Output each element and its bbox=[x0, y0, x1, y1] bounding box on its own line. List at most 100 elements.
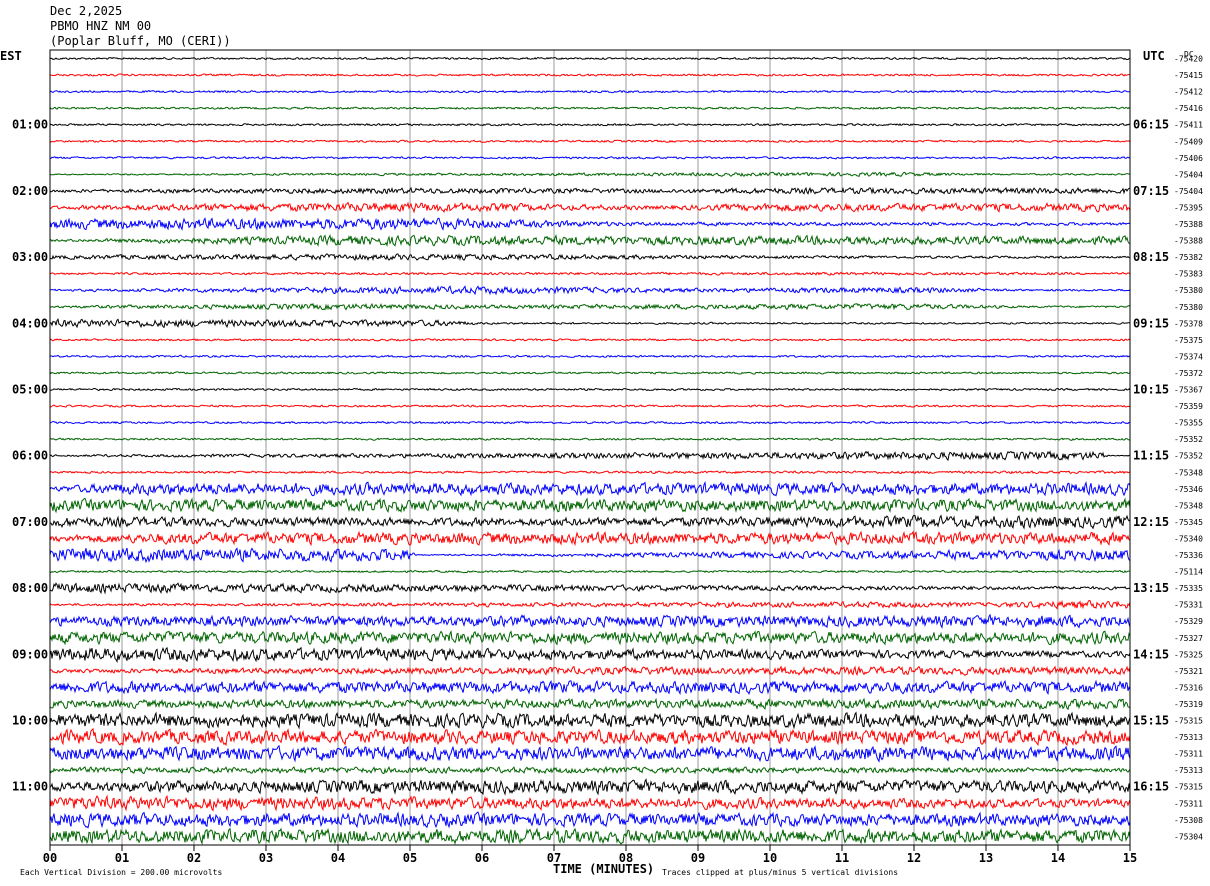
axis-labels: 00 01 02 03 04 05 06 07 08 09 10 11 12 13 14 1501:00 06:… bbox=[12, 55, 1203, 866]
dc-offset-label: -75331 bbox=[1174, 601, 1203, 610]
dc-offset-label: -75311 bbox=[1174, 750, 1203, 759]
x-tick-label: 14 bbox=[1051, 851, 1065, 865]
utc-hour-label: 07:15 bbox=[1133, 184, 1169, 198]
x-tick-label: 10 bbox=[763, 851, 777, 865]
dc-offset-label: -75409 bbox=[1174, 137, 1203, 146]
x-tick-label: 12 bbox=[907, 851, 921, 865]
dc-offset-label: -75378 bbox=[1174, 319, 1203, 328]
seismic-trace bbox=[49, 450, 1130, 461]
utc-hour-label: 15:15 bbox=[1133, 714, 1169, 728]
seismic-trace bbox=[49, 711, 1131, 730]
trace-group bbox=[49, 56, 1131, 846]
x-tick-label: 01 bbox=[115, 851, 129, 865]
seismic-trace bbox=[49, 302, 1131, 311]
scale-note: Each Vertical Division = 200.00 microvol… bbox=[20, 868, 222, 877]
dc-offset-label: -75352 bbox=[1174, 435, 1203, 444]
dc-offset-label: -75415 bbox=[1174, 71, 1203, 80]
dc-offset-label: -75114 bbox=[1174, 568, 1203, 577]
dc-offset-label: -75388 bbox=[1174, 220, 1203, 229]
dc-offset-label: -75380 bbox=[1174, 303, 1203, 312]
utc-hour-label: 13:15 bbox=[1133, 581, 1169, 595]
est-hour-label: 11:00 bbox=[12, 780, 48, 794]
seismic-trace bbox=[49, 679, 1131, 696]
seismic-trace bbox=[49, 73, 1131, 77]
dc-offset-label: -75411 bbox=[1174, 121, 1203, 130]
seismic-trace bbox=[49, 646, 1131, 664]
seismic-trace bbox=[49, 253, 1131, 262]
est-axis-label: EST bbox=[0, 49, 22, 63]
x-tick-label: 05 bbox=[403, 851, 417, 865]
seismic-trace bbox=[49, 123, 1131, 127]
dc-offset-label: -75355 bbox=[1174, 419, 1203, 428]
seismogram-plot: EST UTC DC 00 01 02 03 04 05 06 07 08 09 10 11 12 13 1… bbox=[0, 49, 1203, 877]
dc-offset-label: -75313 bbox=[1174, 766, 1203, 775]
seismic-trace bbox=[49, 765, 1131, 775]
seismic-trace bbox=[49, 171, 1131, 178]
dc-offset-label: -75313 bbox=[1174, 733, 1203, 742]
seismic-trace bbox=[49, 480, 1131, 497]
time-grid bbox=[49, 50, 1131, 851]
dc-offset-label: -75383 bbox=[1174, 270, 1203, 279]
seismic-trace bbox=[49, 404, 1131, 408]
dc-offset-label: -75329 bbox=[1174, 617, 1203, 626]
seismic-trace bbox=[49, 354, 1131, 359]
dc-offset-label: -75327 bbox=[1174, 634, 1203, 643]
utc-hour-label: 09:15 bbox=[1133, 316, 1169, 330]
seismic-trace bbox=[49, 547, 1131, 564]
dc-offset-label: -75404 bbox=[1174, 170, 1203, 179]
seismic-trace bbox=[49, 285, 1131, 296]
dc-offset-label: -75348 bbox=[1174, 468, 1203, 477]
x-tick-label: 00 bbox=[43, 851, 57, 865]
seismic-trace bbox=[49, 420, 1131, 425]
dc-offset-label: -75346 bbox=[1174, 485, 1203, 494]
utc-hour-label: 16:15 bbox=[1133, 780, 1169, 794]
seismic-trace bbox=[49, 497, 1131, 514]
est-hour-label: 09:00 bbox=[12, 647, 48, 661]
seismic-trace bbox=[49, 106, 1131, 110]
x-tick-label: 02 bbox=[187, 851, 201, 865]
seismic-trace bbox=[49, 613, 1131, 629]
dc-offset-label: -75420 bbox=[1174, 55, 1203, 64]
clip-note: Traces clipped at plus/minus 5 vertical … bbox=[662, 868, 898, 877]
seismic-trace bbox=[49, 338, 1131, 342]
seismic-trace bbox=[49, 569, 1130, 574]
seismic-trace bbox=[49, 827, 1131, 846]
dc-offset-label: -75348 bbox=[1174, 501, 1203, 510]
x-tick-label: 09 bbox=[691, 851, 705, 865]
seismic-trace bbox=[49, 371, 1131, 375]
utc-hour-label: 11:15 bbox=[1133, 449, 1169, 463]
est-hour-label: 01:00 bbox=[12, 118, 48, 132]
dc-offset-label: -75395 bbox=[1174, 203, 1203, 212]
dc-offset-label: -75352 bbox=[1174, 452, 1203, 461]
seismic-trace bbox=[49, 697, 1131, 711]
dc-offset-label: -75367 bbox=[1174, 386, 1203, 395]
seismic-trace bbox=[49, 139, 1131, 143]
utc-hour-label: 10:15 bbox=[1133, 383, 1169, 397]
utc-axis-label: UTC bbox=[1143, 49, 1165, 63]
seismic-trace bbox=[49, 201, 1131, 214]
x-tick-label: 03 bbox=[259, 851, 273, 865]
seismic-trace bbox=[49, 470, 1131, 475]
seismic-trace bbox=[49, 727, 1131, 747]
seismic-trace bbox=[49, 186, 1131, 195]
seismic-trace bbox=[49, 514, 1131, 530]
est-hour-label: 06:00 bbox=[12, 449, 48, 463]
x-tick-label: 06 bbox=[475, 851, 489, 865]
dc-offset-label: -75382 bbox=[1174, 253, 1203, 262]
x-tick-label: 11 bbox=[835, 851, 849, 865]
seismic-trace bbox=[49, 156, 1131, 160]
dc-offset-label: -75404 bbox=[1174, 187, 1203, 196]
dc-offset-label: -75388 bbox=[1174, 237, 1203, 246]
dc-offset-label: -75416 bbox=[1174, 104, 1203, 113]
x-tick-label: 04 bbox=[331, 851, 345, 865]
dc-offset-label: -75375 bbox=[1174, 336, 1203, 345]
dc-offset-label: -75412 bbox=[1174, 88, 1203, 97]
dc-offset-label: -75372 bbox=[1174, 369, 1203, 378]
dc-offset-label: -75336 bbox=[1174, 551, 1203, 560]
x-axis-title: TIME (MINUTES) bbox=[553, 862, 654, 876]
seismic-trace bbox=[49, 89, 1130, 94]
est-hour-label: 04:00 bbox=[12, 316, 48, 330]
seismic-trace bbox=[49, 56, 1131, 61]
seismic-trace bbox=[49, 217, 1131, 231]
est-hour-label: 07:00 bbox=[12, 515, 48, 529]
